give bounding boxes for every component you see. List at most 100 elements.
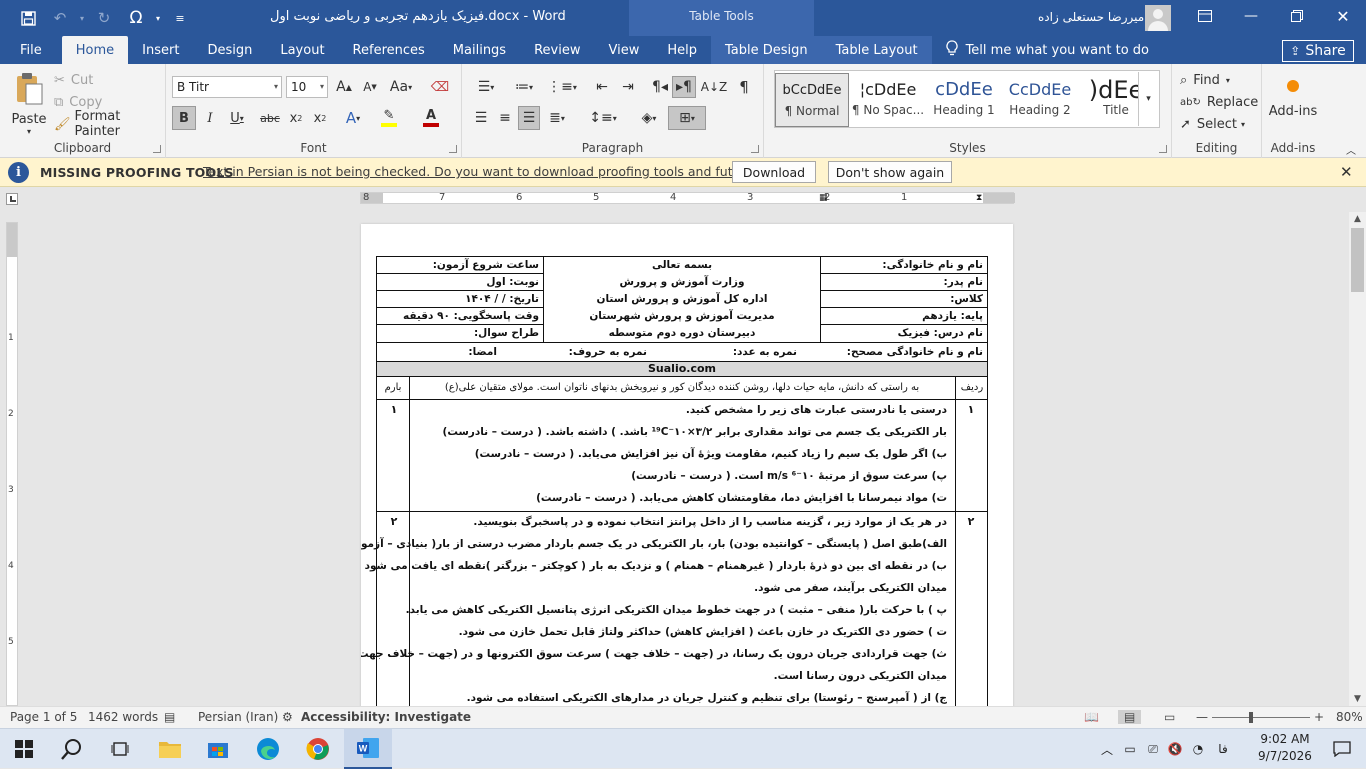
- dropdown-icon[interactable]: ▾: [76, 2, 88, 34]
- print-layout-icon[interactable]: ▤: [1118, 710, 1142, 724]
- scrollbar-thumb[interactable]: [1351, 228, 1364, 292]
- microsoft-store-icon[interactable]: [194, 729, 242, 769]
- zoom-slider-track[interactable]: [1212, 717, 1310, 718]
- font-size-combo[interactable]: 10 ▾: [286, 76, 328, 98]
- horizontal-ruler[interactable]: 8 7 6 5 4 3 2 1 ⧗ ▦: [360, 192, 1015, 204]
- web-layout-icon[interactable]: ▭: [1164, 710, 1175, 724]
- justify-icon[interactable]: ≣ ▾: [542, 106, 572, 130]
- dialog-launcher-icon[interactable]: [1159, 145, 1167, 153]
- word-count[interactable]: 1462 words: [88, 710, 158, 724]
- wifi-icon[interactable]: ◔: [1186, 742, 1210, 756]
- file-explorer-icon[interactable]: [146, 729, 194, 769]
- tab-insert[interactable]: Insert: [128, 36, 193, 64]
- rtl-paragraph-icon[interactable]: ¶◂: [648, 76, 672, 98]
- column-marker-icon[interactable]: ▦: [819, 193, 828, 203]
- zoom-slider-thumb[interactable]: [1249, 712, 1254, 723]
- zoom-level[interactable]: 80%: [1336, 710, 1363, 724]
- replace-button[interactable]: ab↻ Replace: [1180, 92, 1258, 112]
- tell-me-search[interactable]: Tell me what you want to do: [945, 36, 1149, 64]
- shrink-font-icon[interactable]: A ▼: [358, 76, 382, 98]
- page-count[interactable]: Page 1 of 5: [10, 710, 77, 724]
- font-name-combo[interactable]: B Titr ▾: [172, 76, 282, 98]
- zoom-out-icon[interactable]: —: [1196, 710, 1208, 724]
- show-hidden-icons-icon[interactable]: ︿: [1096, 741, 1118, 758]
- document-page[interactable]: نام و نام خانوادگی: نام پدر: کلاس: پایه:…: [361, 224, 1013, 708]
- scroll-up-icon[interactable]: ▲: [1349, 214, 1366, 224]
- tab-mailings[interactable]: Mailings: [439, 36, 520, 64]
- meet-now-icon[interactable]: ⎚: [1142, 742, 1164, 757]
- accessibility-icon[interactable]: ⚙: [282, 710, 293, 724]
- select-button[interactable]: ➚ Select ▾: [1180, 114, 1245, 134]
- omega-symbol-icon[interactable]: Ω: [120, 2, 152, 34]
- addins-button[interactable]: Add-ins: [1266, 74, 1320, 124]
- tab-selector-icon[interactable]: [6, 193, 18, 205]
- tab-table-design[interactable]: Table Design: [710, 36, 822, 64]
- align-left-icon[interactable]: ☰: [470, 106, 492, 130]
- style-heading-1[interactable]: cDdEe Heading 1: [927, 73, 1001, 127]
- italic-icon[interactable]: I: [198, 106, 222, 130]
- tab-table-layout[interactable]: Table Layout: [821, 36, 932, 64]
- bullets-icon[interactable]: ☰ ▾: [470, 76, 502, 98]
- increase-indent-icon[interactable]: ⇥: [616, 76, 640, 98]
- tab-view[interactable]: View: [594, 36, 653, 64]
- user-avatar[interactable]: [1145, 5, 1171, 31]
- find-button[interactable]: ⌕ Find ▾: [1180, 70, 1230, 90]
- proofing-icon[interactable]: ▤: [164, 710, 175, 724]
- undo-icon[interactable]: ↶: [44, 2, 76, 34]
- align-right-icon[interactable]: ☰: [518, 106, 540, 130]
- styles-more-icon[interactable]: ▾: [1138, 72, 1158, 126]
- strikethrough-icon[interactable]: abc: [258, 106, 282, 130]
- tab-home[interactable]: Home: [61, 36, 129, 64]
- bold-icon[interactable]: B: [172, 106, 196, 130]
- accessibility-status[interactable]: Accessibility: Investigate: [301, 710, 471, 724]
- change-case-icon[interactable]: Aa ▾: [386, 76, 416, 98]
- tab-help[interactable]: Help: [653, 36, 711, 64]
- cut-button[interactable]: ✂ Cut: [54, 70, 93, 90]
- tab-layout[interactable]: Layout: [266, 36, 338, 64]
- edge-browser-icon[interactable]: [244, 729, 292, 769]
- minimize-icon[interactable]: —: [1228, 0, 1274, 32]
- collapse-ribbon-icon[interactable]: ︿: [1342, 142, 1360, 157]
- text-effects-icon[interactable]: A ▾: [338, 106, 368, 130]
- task-view-icon[interactable]: [96, 729, 144, 769]
- sort-icon[interactable]: A↓Z: [701, 76, 727, 98]
- notifications-icon[interactable]: [1318, 729, 1366, 769]
- user-name[interactable]: امیررضا حستعلی زاده: [1038, 0, 1148, 36]
- dropdown-icon[interactable]: ▾: [152, 2, 164, 34]
- restore-icon[interactable]: [1274, 0, 1320, 32]
- shading-icon[interactable]: ◈ ▾: [632, 106, 666, 130]
- input-language[interactable]: فا: [1210, 742, 1236, 756]
- vertical-ruler[interactable]: 1 2 3 4 5: [6, 222, 18, 706]
- chrome-browser-icon[interactable]: [294, 729, 342, 769]
- dialog-launcher-icon[interactable]: [449, 145, 457, 153]
- close-icon[interactable]: ✕: [1340, 163, 1353, 181]
- tab-references[interactable]: References: [339, 36, 439, 64]
- highlight-icon[interactable]: ✎: [372, 106, 406, 130]
- battery-icon[interactable]: ▭: [1118, 742, 1142, 756]
- grow-font-icon[interactable]: A ▲: [332, 76, 356, 98]
- dialog-launcher-icon[interactable]: [751, 145, 759, 153]
- format-painter-button[interactable]: 🖌 Format Painter: [54, 109, 165, 139]
- read-mode-icon[interactable]: 📖: [1084, 710, 1099, 724]
- close-icon[interactable]: ✕: [1320, 0, 1366, 32]
- redo-icon[interactable]: ↻: [88, 2, 120, 34]
- windows-start-icon[interactable]: [0, 729, 48, 769]
- ltr-paragraph-icon[interactable]: ▸¶: [672, 76, 696, 98]
- multilevel-list-icon[interactable]: ⋮≡ ▾: [546, 76, 578, 98]
- dont-show-again-button[interactable]: Don't show again: [828, 161, 952, 183]
- decrease-indent-icon[interactable]: ⇤: [590, 76, 614, 98]
- dialog-launcher-icon[interactable]: [153, 145, 161, 153]
- superscript-icon[interactable]: x2: [308, 106, 332, 130]
- align-center-icon[interactable]: ≡: [494, 106, 516, 130]
- share-button[interactable]: ⇪ Share: [1282, 40, 1354, 62]
- search-icon[interactable]: [48, 729, 96, 769]
- volume-muted-icon[interactable]: 🔇: [1164, 742, 1186, 756]
- vertical-scrollbar[interactable]: ▲ ▼: [1349, 212, 1366, 706]
- paste-button[interactable]: Paste ▾: [6, 70, 52, 138]
- tab-design[interactable]: Design: [193, 36, 266, 64]
- download-button[interactable]: Download: [732, 161, 816, 183]
- customize-qat-icon[interactable]: ≡: [164, 2, 196, 34]
- numbering-icon[interactable]: ≔ ▾: [508, 76, 540, 98]
- style-normal[interactable]: bCcDdEe ¶ Normal: [775, 73, 849, 127]
- word-app-icon[interactable]: W: [344, 729, 392, 769]
